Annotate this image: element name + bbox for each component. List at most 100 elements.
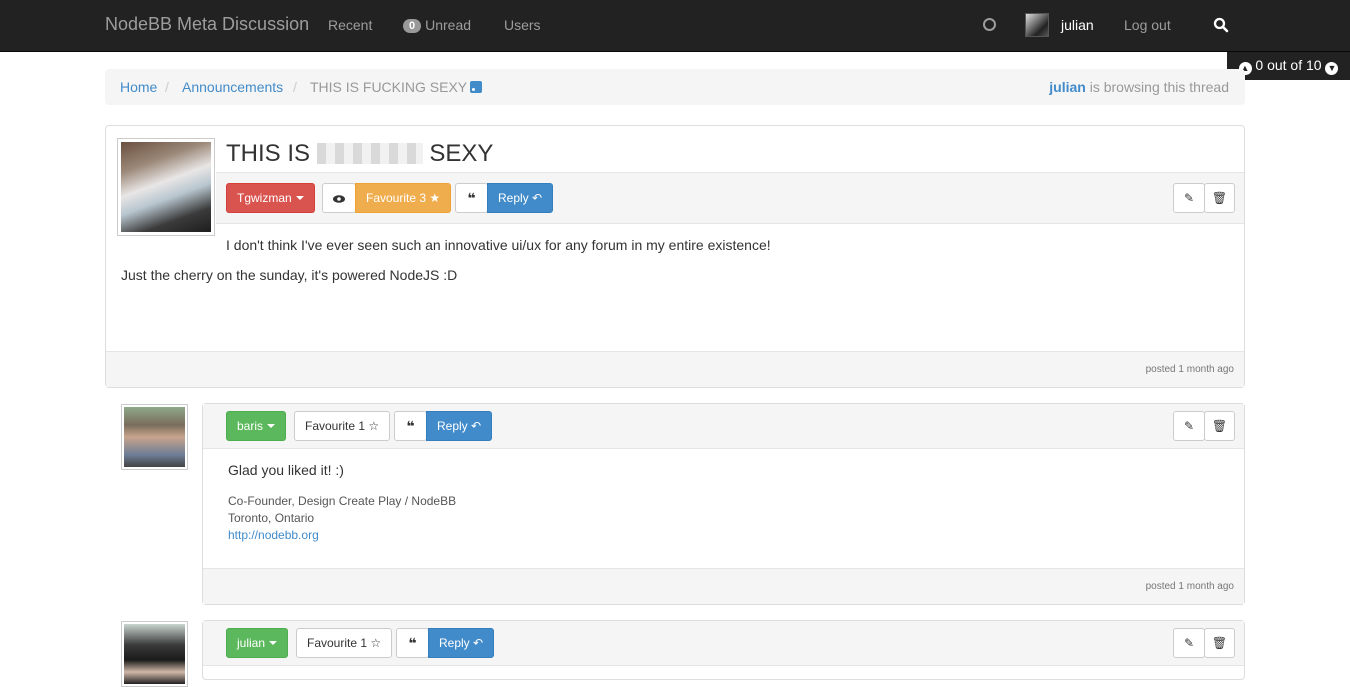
- signature-link[interactable]: http://nodebb.org: [228, 528, 319, 542]
- post-footer: posted 1 month ago: [106, 351, 1244, 387]
- nav-unread[interactable]: 0 Unread: [403, 17, 471, 33]
- brand-title[interactable]: NodeBB Meta Discussion: [105, 14, 309, 35]
- breadcrumb-current: THIS IS FUCKING SEXY: [310, 79, 483, 95]
- signature-line: Toronto, Ontario: [228, 511, 315, 525]
- trash-icon: 🗑: [1211, 636, 1228, 650]
- author-name: baris: [237, 419, 264, 433]
- breadcrumb-category[interactable]: Announcements: [182, 79, 283, 95]
- author-avatar[interactable]: [117, 138, 215, 236]
- caret-down-icon: [295, 196, 304, 200]
- logout-link[interactable]: Log out: [1124, 17, 1171, 33]
- post-toolbar: julian Favourite 1 ☆ ❝ Reply ↶ ✎ 🗑: [203, 621, 1244, 666]
- rss-icon[interactable]: [470, 81, 483, 93]
- breadcrumb: Home / Announcements / THIS IS FUCKING S…: [105, 69, 1245, 105]
- reply-icon: ↶: [471, 419, 482, 433]
- browsing-indicator: julian is browsing this thread: [1049, 79, 1229, 95]
- breadcrumb-home[interactable]: Home: [120, 79, 157, 95]
- favourite-label: Favourite: [305, 419, 356, 433]
- reply-button[interactable]: Reply ↶: [487, 183, 554, 213]
- author-dropdown-button[interactable]: Tgwizman: [226, 183, 315, 213]
- pencil-icon: ✎: [1183, 636, 1195, 650]
- caret-down-icon: [267, 424, 276, 428]
- nav-unread-label: Unread: [425, 17, 472, 33]
- topic-title: THIS IS SEXY: [226, 140, 493, 168]
- quote-button[interactable]: ❝: [394, 411, 427, 441]
- star-outline-icon: ☆: [370, 636, 382, 650]
- edit-button[interactable]: ✎: [1173, 628, 1205, 658]
- post-item: julian Favourite 1 ☆ ❝ Reply ↶ ✎ 🗑: [202, 620, 1245, 680]
- main-post: THIS IS SEXY Tgwizman Favourite 3 ★ ❝ Re…: [105, 125, 1245, 388]
- reply-icon: ↶: [532, 191, 543, 205]
- quote-icon: ❝: [467, 190, 476, 206]
- circle-status-icon[interactable]: [983, 18, 996, 31]
- signature: Co-Founder, Design Create Play / NodeBB …: [228, 493, 456, 544]
- topic-title-start: THIS IS: [226, 140, 311, 167]
- author-dropdown-button[interactable]: baris: [226, 411, 287, 441]
- breadcrumb-separator: /: [165, 79, 169, 95]
- topic-title-end: SEXY: [429, 140, 494, 167]
- reply-icon: ↶: [473, 636, 484, 650]
- post-content: Glad you liked it! :): [228, 462, 344, 478]
- reply-label: Reply: [498, 191, 529, 205]
- nav-username[interactable]: julian: [1061, 17, 1094, 33]
- user-avatar[interactable]: [1025, 13, 1049, 37]
- favourite-count: 3: [419, 191, 427, 205]
- favourite-button[interactable]: Favourite 3 ★: [355, 183, 452, 213]
- unread-count-badge: 0: [403, 19, 422, 33]
- star-icon: ★: [429, 191, 441, 205]
- favourite-button[interactable]: Favourite 1 ☆: [296, 628, 393, 658]
- browsing-text: is browsing this thread: [1089, 79, 1229, 95]
- nav-recent[interactable]: Recent: [328, 17, 372, 33]
- posted-time: posted 1 month ago: [1145, 581, 1234, 592]
- quote-button[interactable]: ❝: [455, 183, 488, 213]
- trash-icon: 🗑: [1211, 191, 1228, 205]
- star-outline-icon: ☆: [368, 419, 380, 433]
- quote-icon: ❝: [406, 418, 415, 434]
- favourite-label: Favourite: [366, 191, 417, 205]
- nav-users[interactable]: Users: [504, 17, 541, 33]
- posted-time: posted 1 month ago: [1145, 364, 1234, 375]
- post-content-line: Just the cherry on the sunday, it's powe…: [121, 267, 458, 283]
- post-footer: posted 1 month ago: [203, 568, 1244, 604]
- favourite-button[interactable]: Favourite 1 ☆: [294, 411, 391, 441]
- author-avatar[interactable]: [121, 404, 188, 470]
- pencil-icon: ✎: [1183, 419, 1195, 433]
- breadcrumb-separator: /: [293, 79, 297, 95]
- post-toolbar: baris Favourite 1 ☆ ❝ Reply ↶ ✎ 🗑: [203, 404, 1244, 449]
- post-content-line: I don't think I've ever seen such an inn…: [226, 237, 771, 253]
- edit-button[interactable]: ✎: [1173, 183, 1205, 213]
- post-toolbar: Tgwizman Favourite 3 ★ ❝ Reply ↶ ✎ 🗑: [216, 172, 1244, 224]
- favourite-count: 1: [358, 419, 366, 433]
- arrow-circle-down-icon[interactable]: ▼: [1325, 62, 1339, 75]
- edit-button[interactable]: ✎: [1173, 411, 1205, 441]
- breadcrumb-current-label: THIS IS FUCKING SEXY: [310, 79, 468, 95]
- favourite-label: Favourite: [307, 636, 358, 650]
- censored-word: [316, 143, 423, 164]
- pagination-text: 0 out of 10: [1255, 57, 1322, 73]
- post-item: baris Favourite 1 ☆ ❝ Reply ↶ ✎ 🗑 Glad y…: [202, 403, 1245, 605]
- caret-down-icon: [269, 641, 278, 645]
- pagination-indicator: ▲ 0 out of 10 ▼: [1227, 52, 1350, 80]
- search-icon[interactable]: [1213, 17, 1229, 33]
- quote-button[interactable]: ❝: [396, 628, 429, 658]
- reply-button[interactable]: Reply ↶: [428, 628, 495, 658]
- eye-icon: [333, 195, 345, 203]
- delete-button[interactable]: 🗑: [1204, 183, 1235, 213]
- author-avatar[interactable]: [121, 621, 188, 687]
- quote-icon: ❝: [408, 635, 417, 651]
- reply-button[interactable]: Reply ↶: [426, 411, 493, 441]
- author-name: Tgwizman: [237, 191, 292, 205]
- favourite-count: 1: [360, 636, 368, 650]
- trash-icon: 🗑: [1211, 419, 1228, 433]
- reply-label: Reply: [437, 419, 468, 433]
- delete-button[interactable]: 🗑: [1204, 628, 1235, 658]
- delete-button[interactable]: 🗑: [1204, 411, 1235, 441]
- navbar: NodeBB Meta Discussion Recent 0 Unread Us…: [0, 0, 1350, 52]
- author-name: julian: [237, 636, 266, 650]
- author-dropdown-button[interactable]: julian: [226, 628, 289, 658]
- browsing-user[interactable]: julian: [1049, 79, 1086, 95]
- reply-label: Reply: [439, 636, 470, 650]
- signature-line: Co-Founder, Design Create Play / NodeBB: [228, 494, 457, 508]
- follow-button[interactable]: [322, 183, 356, 213]
- pencil-icon: ✎: [1183, 191, 1195, 205]
